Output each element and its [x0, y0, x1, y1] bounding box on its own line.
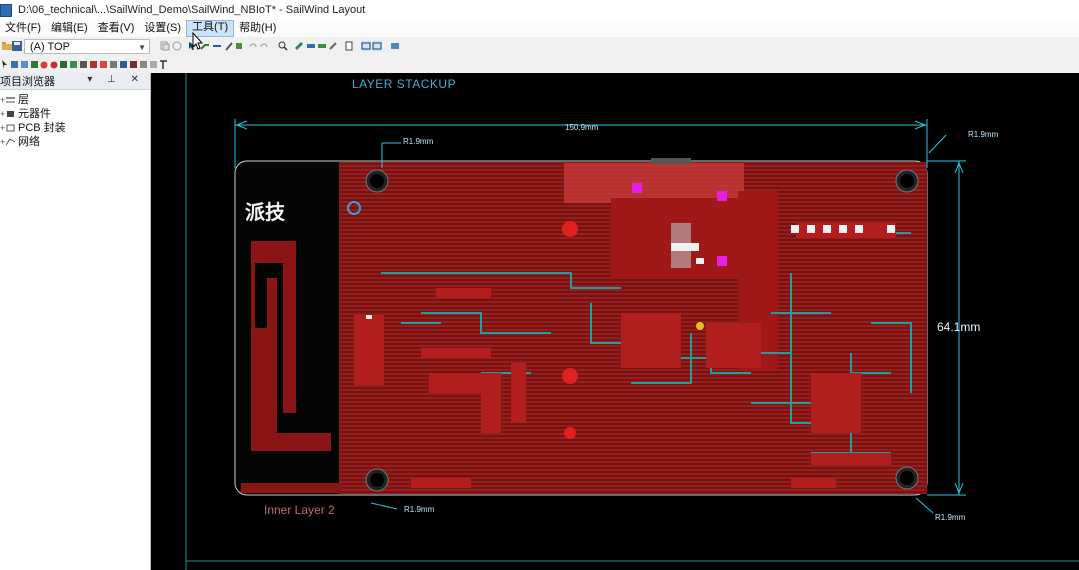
tree-item-label: 元器件 — [18, 108, 51, 120]
pcb-canvas[interactable]: LAYER STACKUP 150.9mm 64.1mm R1.9mm R1.9… — [151, 73, 1079, 570]
window-title: D:\06_technical\...\SailWind_Demo\SailWi… — [18, 4, 366, 16]
redo-icon[interactable] — [259, 41, 269, 51]
corner-radius-top-right: R1.9mm — [968, 130, 999, 139]
properties-icon[interactable] — [344, 41, 354, 51]
layout-icon[interactable] — [361, 41, 371, 51]
layer-stackup-label: LAYER STACKUP — [352, 77, 457, 91]
board-width-dimension: 150.9mm — [565, 123, 599, 132]
component-icon — [7, 111, 14, 117]
app-icon — [0, 3, 12, 17]
main-toolbar: (A) TOP ▼ — [0, 37, 1079, 58]
refresh-icon[interactable] — [172, 41, 182, 51]
design-icon[interactable] — [372, 41, 382, 51]
component-icon[interactable] — [234, 41, 244, 51]
mouse-cursor-icon — [192, 32, 204, 50]
tree-item-pcb-decals[interactable]: + PCB 封装 — [0, 121, 150, 135]
draw-tools-icons[interactable] — [0, 59, 170, 71]
menu-help[interactable]: 帮助(H) — [234, 21, 281, 36]
trace-icon[interactable] — [212, 41, 222, 51]
chevron-down-icon: ▼ — [138, 43, 146, 52]
tree-item-layers[interactable]: + 层 — [0, 93, 150, 107]
layer-select[interactable]: (A) TOP ▼ — [24, 39, 150, 54]
board-height-dimension: 64.1mm — [937, 320, 981, 334]
window-titlebar: D:\06_technical\...\SailWind_Demo\SailWi… — [0, 0, 1079, 20]
tree-item-nets[interactable]: + 网络 — [0, 135, 150, 149]
secondary-toolbar — [0, 57, 1079, 74]
corner-radius-bottom-left: R1.9mm — [404, 505, 435, 514]
panel-controls[interactable]: ▾ ⊥ ✕ — [87, 74, 145, 85]
highlight-icon[interactable] — [294, 41, 304, 51]
window-icon[interactable] — [390, 41, 400, 51]
panel-header: 项目浏览器 ▾ ⊥ ✕ — [0, 73, 150, 90]
menu-edit[interactable]: 编辑(E) — [46, 21, 93, 36]
decal-icon — [6, 124, 15, 132]
menu-file[interactable]: 文件(F) — [0, 21, 46, 36]
verify-icon[interactable] — [317, 41, 327, 51]
save-icon[interactable] — [12, 41, 22, 51]
panel-title: 项目浏览器 — [0, 76, 55, 88]
pen-icon[interactable] — [224, 41, 234, 51]
menu-bar: 文件(F) 编辑(E) 查看(V) 设置(S) 工具(T) 帮助(H) — [0, 20, 1079, 37]
menu-view[interactable]: 查看(V) — [93, 21, 140, 36]
zoom-icon[interactable] — [278, 41, 288, 51]
open-folder-icon[interactable] — [2, 41, 12, 51]
net-icon — [6, 138, 15, 146]
copy-icon[interactable] — [160, 41, 170, 51]
net-icon[interactable] — [306, 41, 316, 51]
corner-radius-bottom-right: R1.9mm — [935, 513, 966, 522]
corner-radius-top-left: R1.9mm — [403, 137, 434, 146]
layers-icon — [6, 97, 15, 103]
tree-item-label: 网络 — [18, 136, 40, 148]
layer-caption: Inner Layer 2 — [264, 503, 335, 517]
layer-select-value: (A) TOP — [30, 41, 70, 53]
tree-item-label: 层 — [18, 94, 29, 106]
drc-icon[interactable] — [328, 41, 338, 51]
tree-item-components[interactable]: + 元器件 — [0, 107, 150, 121]
menu-setup[interactable]: 设置(S) — [139, 21, 186, 36]
brand-logo-text: 派技 — [245, 200, 285, 224]
undo-icon[interactable] — [248, 41, 258, 51]
tree-item-label: PCB 封装 — [18, 122, 66, 134]
project-browser-panel: 项目浏览器 ▾ ⊥ ✕ + 层 + 元器件 + PCB 封装 + 网络 — [0, 73, 151, 570]
